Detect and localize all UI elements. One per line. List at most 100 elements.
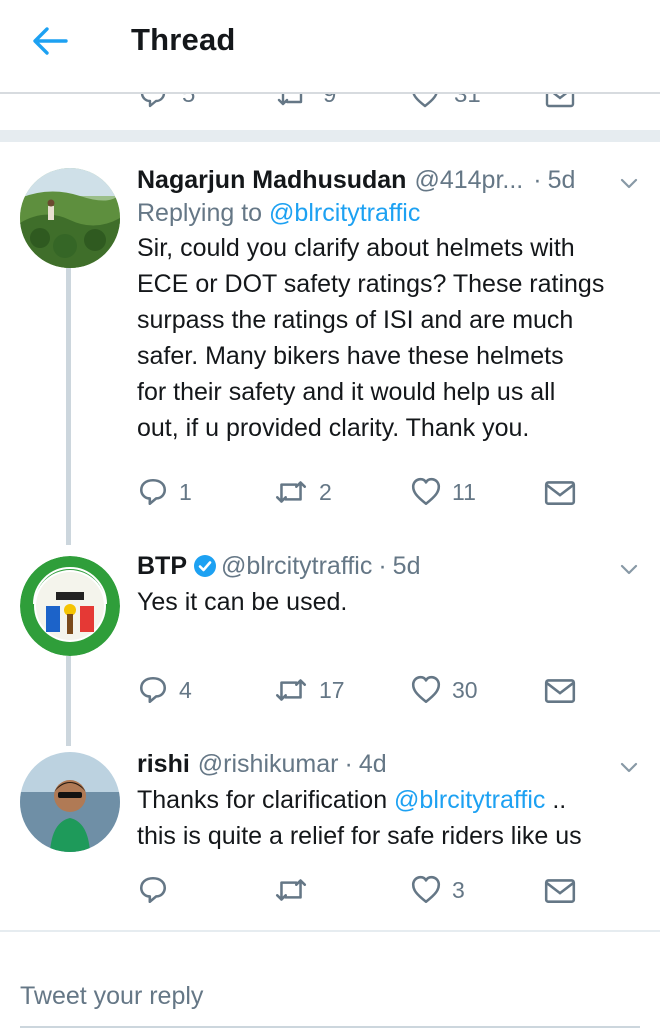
retweet-icon <box>277 94 303 106</box>
tweet-content: rishi @rishikumar · 4d Thanks for clarif… <box>137 748 634 854</box>
tweet-text-line: safer. Many bikers have these helmets <box>137 342 564 370</box>
timestamp[interactable]: 4d <box>359 748 387 780</box>
mention-link[interactable]: @blrcitytraffic <box>269 199 420 227</box>
retweet-count: 9 <box>323 94 337 108</box>
like-button[interactable]: 30 <box>410 674 478 706</box>
reply-icon <box>139 676 167 704</box>
chevron-down-icon[interactable] <box>618 756 640 778</box>
envelope-icon <box>544 481 576 505</box>
retweet-button[interactable] <box>273 874 319 906</box>
tweet-actions: 3 <box>137 874 637 908</box>
reply-button[interactable]: 5 <box>138 94 195 110</box>
envelope-icon <box>544 879 576 903</box>
tweet-content: Nagarjun Madhusudan @414pr... · 5d Reply… <box>137 164 634 446</box>
avatar-image <box>20 752 120 852</box>
like-count: 31 <box>454 94 481 108</box>
reply-icon <box>140 94 166 108</box>
retweet-button[interactable]: 9 <box>275 94 336 110</box>
replying-to: Replying to @blrcitytraffic <box>137 196 634 230</box>
reply-composer: Tweet your reply <box>0 948 660 1035</box>
tweet-header: Nagarjun Madhusudan @414pr... · 5d <box>137 164 634 196</box>
dm-button[interactable] <box>543 674 577 706</box>
dm-button[interactable] <box>543 874 577 906</box>
retweet-count: 17 <box>319 676 345 703</box>
tweet-text-line: for their safety and it would help us al… <box>137 378 556 406</box>
reply-button[interactable] <box>137 874 179 906</box>
user-handle[interactable]: @rishikumar <box>198 748 339 780</box>
like-count: 30 <box>452 676 478 703</box>
tweet-header: rishi @rishikumar · 4d <box>137 748 634 780</box>
like-button[interactable]: 3 <box>410 874 465 906</box>
dm-button[interactable] <box>543 476 577 508</box>
tweet-actions: 1 2 11 <box>137 476 637 510</box>
retweet-button[interactable]: 17 <box>273 674 345 706</box>
avatar[interactable] <box>20 752 120 852</box>
heart-icon <box>411 875 441 904</box>
tweet-text-line: ECE or DOT safety ratings? These ratings <box>137 270 605 298</box>
user-handle[interactable]: @414pr... <box>414 164 523 196</box>
reply-input[interactable]: Tweet your reply <box>20 982 203 1011</box>
back-arrow-icon[interactable] <box>30 24 70 58</box>
timestamp[interactable]: 5d <box>393 550 421 582</box>
avatar-image <box>20 168 120 268</box>
police-logo-avatar <box>20 556 120 656</box>
envelope-icon <box>544 679 576 703</box>
like-count: 11 <box>452 478 476 505</box>
avatar[interactable] <box>20 556 120 656</box>
display-name[interactable]: Nagarjun Madhusudan <box>137 164 406 196</box>
replying-to-label: Replying to <box>137 199 263 227</box>
tweet-text-line: Sir, could you clarify about helmets wit… <box>137 234 575 262</box>
page-title: Thread <box>131 22 236 57</box>
tweet-text-line: this is quite a relief for safe riders l… <box>137 822 582 850</box>
dm-button[interactable] <box>544 94 576 110</box>
heart-icon <box>411 675 441 704</box>
heart-icon <box>411 477 441 506</box>
chevron-down-icon[interactable] <box>618 558 640 580</box>
display-name[interactable]: rishi <box>137 748 190 780</box>
tweet-content: BTP @blrcitytraffic · 5d Yes it can be u… <box>137 550 634 620</box>
divider <box>0 930 660 932</box>
reply-input-underline <box>20 1026 640 1028</box>
timestamp[interactable]: 5d <box>548 164 576 196</box>
tweet-text: Yes it can be used. <box>137 588 348 616</box>
top-bar: Thread <box>0 0 660 88</box>
tweet-header: BTP @blrcitytraffic · 5d <box>137 550 634 582</box>
tweet-text: Thanks for clarification @blrcitytraffic… <box>137 782 634 854</box>
separator-dot: · <box>344 750 353 778</box>
section-separator <box>0 130 660 142</box>
chevron-down-icon[interactable] <box>618 172 640 194</box>
retweet-icon <box>275 481 307 503</box>
tweet-text-line: surpass the ratings of ISI and are much <box>137 306 574 334</box>
mention-link[interactable]: @blrcitytraffic <box>394 786 545 814</box>
text-segment: .. <box>545 786 567 814</box>
previous-tweet-actions: 5 9 31 <box>0 94 660 110</box>
retweet-count: 2 <box>319 478 332 505</box>
reply-count: 4 <box>179 676 192 703</box>
retweet-icon <box>275 879 307 901</box>
thread-connector <box>66 268 71 545</box>
separator-dot: · <box>378 552 387 580</box>
like-button[interactable]: 31 <box>410 94 481 110</box>
tweet-actions: 4 17 30 <box>137 674 637 708</box>
separator-dot: · <box>533 166 542 194</box>
reply-icon <box>139 478 167 506</box>
display-name[interactable]: BTP <box>137 550 187 582</box>
thread-connector <box>66 656 71 746</box>
reply-button[interactable]: 1 <box>137 476 192 508</box>
like-count: 3 <box>452 876 465 903</box>
reply-icon <box>139 876 167 904</box>
heart-icon <box>412 94 438 108</box>
reply-count: 1 <box>179 478 192 505</box>
verified-badge-icon <box>194 555 216 577</box>
retweet-icon <box>275 679 307 701</box>
like-button[interactable]: 11 <box>410 476 476 508</box>
tweet-text: Sir, could you clarify about helmets wit… <box>137 230 634 446</box>
reply-button[interactable]: 4 <box>137 674 192 706</box>
tweet-text-line: out, if u provided clarity. Thank you. <box>137 414 530 442</box>
envelope-icon <box>545 94 575 108</box>
text-segment: Thanks for clarification <box>137 786 395 814</box>
retweet-button[interactable]: 2 <box>273 476 332 508</box>
tweet-text-line: Thanks for clarification @blrcitytraffic… <box>137 782 634 818</box>
user-handle[interactable]: @blrcitytraffic <box>221 550 372 582</box>
avatar[interactable] <box>20 168 120 268</box>
